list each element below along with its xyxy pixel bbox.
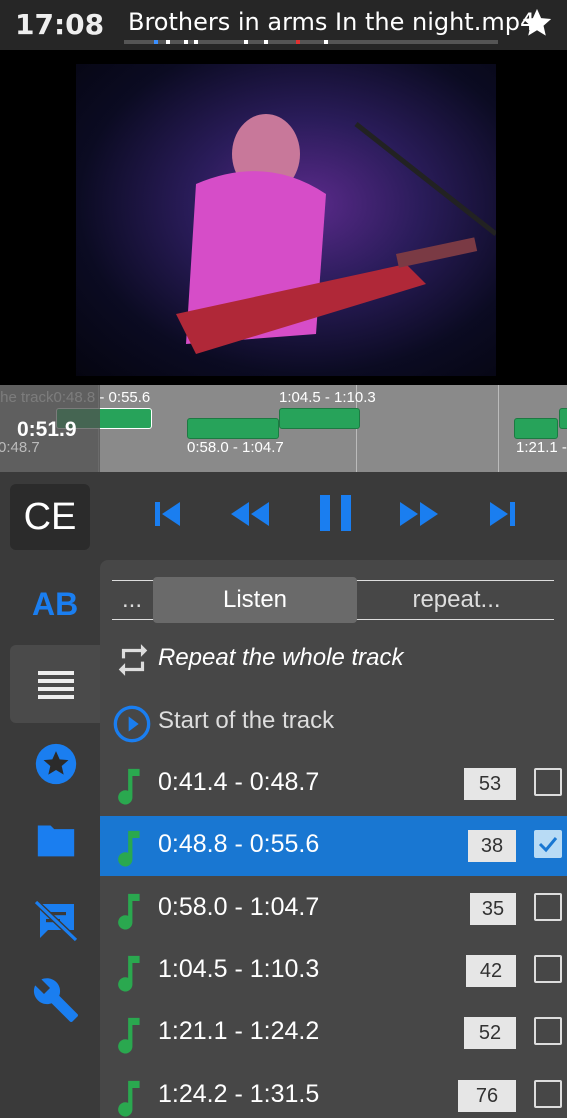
- segment-count: 76: [458, 1080, 516, 1112]
- rewind-icon[interactable]: [229, 496, 271, 537]
- ab-mode-button[interactable]: AB: [32, 586, 78, 623]
- segment-label: 1:04.5 - 1:10.3: [158, 955, 320, 983]
- segment-row[interactable]: 0:58.0 - 1:04.7 35: [100, 879, 567, 939]
- segment-label: 0:48.8 - 0:55.6: [158, 830, 320, 858]
- timeline-label: 1:04.5 - 1:10.3: [279, 389, 376, 406]
- repeat-whole-track-item[interactable]: Repeat the whole track: [100, 630, 567, 690]
- play-circle-icon: [113, 705, 151, 743]
- timeline-label: 0:58.0 - 1:04.7: [187, 439, 284, 456]
- music-note-icon: [118, 1017, 140, 1054]
- skip-previous-icon[interactable]: [152, 496, 184, 537]
- music-note-icon: [118, 1080, 140, 1117]
- segment-checkbox[interactable]: [534, 1080, 562, 1108]
- segment-count: 52: [464, 1017, 516, 1049]
- segment-count: 38: [468, 830, 516, 862]
- segment-checkbox[interactable]: [534, 1017, 562, 1045]
- timeline-segment[interactable]: [559, 408, 567, 429]
- segment-checkbox[interactable]: [534, 955, 562, 983]
- check-icon: [538, 837, 558, 853]
- subtitles-off-icon[interactable]: [32, 896, 80, 949]
- segment-count: 53: [464, 768, 516, 800]
- music-note-icon: [118, 768, 140, 805]
- video-title: Brothers in arms In the night.mp4: [128, 8, 536, 36]
- list-button[interactable]: [10, 645, 102, 723]
- segment-checkbox[interactable]: [534, 830, 562, 858]
- progress-marker: [166, 40, 170, 44]
- tab-repeat[interactable]: repeat...: [359, 581, 554, 619]
- segment-row[interactable]: 1:21.1 - 1:24.2 52: [100, 1003, 567, 1063]
- track-progress-bar[interactable]: [124, 40, 498, 44]
- segment-label: 1:21.1 - 1:24.2: [158, 1017, 320, 1045]
- skip-next-icon[interactable]: [486, 496, 518, 537]
- timeline-segment[interactable]: [279, 408, 360, 429]
- ce-button[interactable]: CE: [10, 484, 90, 550]
- music-note-icon: [118, 830, 140, 867]
- segment-row[interactable]: 1:24.2 - 1:31.5 76: [100, 1066, 567, 1118]
- music-note-icon: [118, 893, 140, 930]
- segment-row[interactable]: 0:41.4 - 0:48.7 53: [100, 754, 567, 814]
- segment-checkbox[interactable]: [534, 893, 562, 921]
- star-icon[interactable]: [520, 6, 554, 40]
- star-circle-icon[interactable]: [34, 742, 78, 791]
- start-of-track-label: Start of the track: [158, 707, 335, 734]
- segment-row[interactable]: 0:48.8 - 0:55.6 38: [100, 816, 567, 876]
- repeat-whole-track-label: Repeat the whole track: [158, 644, 404, 671]
- list-icon: [38, 671, 74, 699]
- wrench-icon[interactable]: [32, 976, 80, 1029]
- timeline-divider: [498, 385, 499, 472]
- progress-marker: [194, 40, 198, 44]
- timeline-label: 1:21.1 -: [516, 439, 567, 456]
- clock: 17:08: [15, 8, 105, 41]
- pause-icon[interactable]: [316, 492, 356, 539]
- start-of-track-item[interactable]: Start of the track: [100, 693, 567, 753]
- segment-checkbox[interactable]: [534, 768, 562, 796]
- progress-marker: [184, 40, 188, 44]
- segment-row[interactable]: 1:04.5 - 1:10.3 42: [100, 941, 567, 1001]
- folder-icon[interactable]: [34, 820, 78, 865]
- repeat-icon: [118, 644, 148, 676]
- segment-label: 0:58.0 - 1:04.7: [158, 893, 320, 921]
- tab-listen[interactable]: Listen: [153, 577, 357, 623]
- segment-count: 35: [470, 893, 516, 925]
- segment-label: 0:41.4 - 0:48.7: [158, 768, 320, 796]
- fast-forward-icon[interactable]: [398, 496, 440, 537]
- progress-marker: [154, 40, 158, 44]
- music-note-icon: [118, 955, 140, 992]
- progress-marker: [264, 40, 268, 44]
- ab-timeline[interactable]: the track0:48.8 - 0:55.6 1:04.5 - 1:10.3…: [0, 385, 567, 472]
- timeline-segment[interactable]: [187, 418, 279, 439]
- segment-label: 1:24.2 - 1:31.5: [158, 1080, 320, 1108]
- progress-marker: [244, 40, 248, 44]
- current-time: 0:51.9: [17, 418, 77, 441]
- progress-marker: [296, 40, 300, 44]
- video-frame[interactable]: [76, 64, 496, 376]
- mode-tabs: ... Listen repeat...: [112, 577, 554, 623]
- segment-count: 42: [466, 955, 516, 987]
- progress-marker: [324, 40, 328, 44]
- tab-more[interactable]: ...: [112, 581, 152, 619]
- timeline-segment[interactable]: [514, 418, 558, 439]
